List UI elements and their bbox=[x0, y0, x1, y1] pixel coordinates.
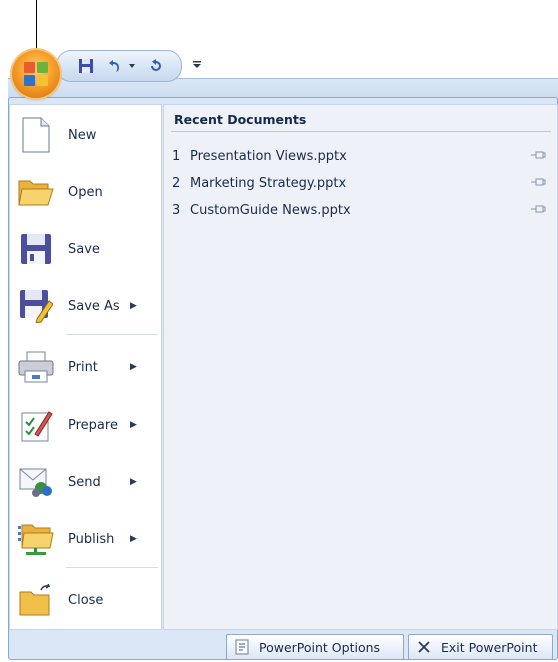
redo-icon[interactable] bbox=[145, 54, 167, 78]
menu-item-label: New bbox=[68, 127, 97, 143]
menu-item-new[interactable]: New bbox=[10, 110, 158, 160]
recent-item-name: Presentation Views.pptx bbox=[190, 148, 347, 164]
recent-documents-title: Recent Documents bbox=[174, 112, 307, 127]
submenu-arrow-icon: ▶ bbox=[130, 420, 137, 430]
recent-item-name: Marketing Strategy.pptx bbox=[190, 175, 347, 191]
recent-item-number: 2 bbox=[172, 175, 181, 191]
menu-item-label: Send bbox=[68, 474, 101, 490]
submenu-arrow-icon: ▶ bbox=[130, 362, 137, 372]
menu-item-save-as[interactable]: Save As ▶ bbox=[10, 281, 158, 331]
recent-documents-separator bbox=[171, 131, 551, 132]
menu-item-label: Close bbox=[68, 592, 104, 608]
options-icon bbox=[233, 638, 251, 656]
pin-icon[interactable] bbox=[530, 203, 546, 219]
menu-item-label: Print bbox=[68, 359, 98, 375]
menu-item-publish[interactable]: Publish ▶ bbox=[10, 514, 158, 564]
new-document-icon bbox=[16, 115, 56, 155]
menu-item-label: Publish bbox=[68, 531, 115, 547]
save-as-icon bbox=[16, 286, 56, 326]
send-icon bbox=[16, 462, 56, 502]
menu-item-close[interactable]: Close bbox=[10, 575, 158, 625]
submenu-arrow-icon: ▶ bbox=[130, 477, 137, 487]
recent-item[interactable]: 2 Marketing Strategy.pptx bbox=[172, 173, 552, 193]
exit-x-icon bbox=[415, 638, 433, 656]
prepare-icon bbox=[16, 405, 56, 445]
recent-item-number: 3 bbox=[172, 202, 181, 218]
menu-item-print[interactable]: Print ▶ bbox=[10, 342, 158, 392]
recent-item[interactable]: 1 Presentation Views.pptx bbox=[172, 146, 552, 166]
save-icon[interactable] bbox=[75, 54, 97, 78]
menu-item-label: Open bbox=[68, 184, 103, 200]
menu-item-label: Save As bbox=[68, 298, 120, 314]
powerpoint-options-button[interactable]: PowerPoint Options bbox=[226, 634, 404, 660]
submenu-arrow-icon: ▶ bbox=[130, 534, 137, 544]
quick-access-toolbar bbox=[56, 50, 182, 82]
pin-icon[interactable] bbox=[530, 149, 546, 165]
menu-item-open[interactable]: Open bbox=[10, 167, 158, 217]
exit-powerpoint-label: Exit PowerPoint bbox=[441, 639, 538, 655]
recent-item-name: CustomGuide News.pptx bbox=[190, 202, 351, 218]
publish-icon bbox=[16, 519, 56, 559]
save-disk-icon bbox=[16, 229, 56, 269]
submenu-arrow-icon: ▶ bbox=[130, 301, 137, 311]
menu-item-label: Prepare bbox=[68, 417, 118, 433]
menu-item-save[interactable]: Save bbox=[10, 224, 158, 274]
undo-dropdown-icon[interactable] bbox=[127, 54, 137, 78]
recent-item[interactable]: 3 CustomGuide News.pptx bbox=[172, 200, 552, 220]
exit-powerpoint-button[interactable]: Exit PowerPoint bbox=[408, 634, 553, 660]
open-folder-icon bbox=[16, 172, 56, 212]
undo-icon[interactable] bbox=[103, 54, 125, 78]
menu-separator bbox=[66, 334, 158, 335]
office-logo-icon bbox=[24, 62, 48, 86]
recent-item-number: 1 bbox=[172, 148, 181, 164]
powerpoint-options-label: PowerPoint Options bbox=[259, 639, 381, 655]
menu-item-send[interactable]: Send ▶ bbox=[10, 457, 158, 507]
printer-icon bbox=[16, 347, 56, 387]
customize-toolbar-icon[interactable] bbox=[190, 55, 204, 75]
close-folder-icon bbox=[16, 580, 56, 620]
office-button[interactable] bbox=[12, 50, 60, 98]
menu-separator bbox=[66, 567, 158, 568]
menu-item-prepare[interactable]: Prepare ▶ bbox=[10, 400, 158, 450]
menu-item-label: Save bbox=[68, 241, 100, 257]
pin-icon[interactable] bbox=[530, 176, 546, 192]
